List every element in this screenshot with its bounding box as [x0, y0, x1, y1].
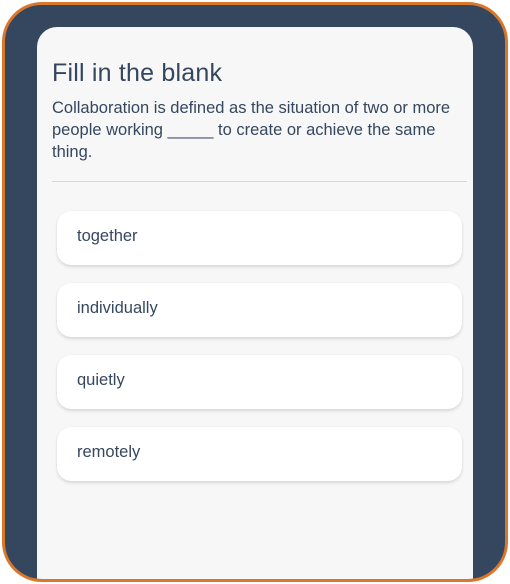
option-quietly[interactable]: quietly [57, 355, 462, 409]
device-frame: Fill in the blank Collaboration is defin… [2, 2, 508, 582]
question-prompt: Collaboration is defined as the situatio… [52, 99, 451, 161]
option-remotely[interactable]: remotely [57, 427, 462, 481]
question-card: Fill in the blank Collaboration is defin… [37, 27, 473, 579]
option-label: remotely [77, 443, 141, 461]
answer-options: together individually quietly remotely [57, 211, 462, 499]
question-title: Fill in the blank [52, 59, 223, 87]
divider [52, 181, 467, 182]
option-together[interactable]: together [57, 211, 462, 265]
option-individually[interactable]: individually [57, 283, 462, 337]
option-label: individually [77, 299, 158, 317]
option-label: quietly [77, 371, 125, 389]
option-label: together [77, 227, 138, 245]
